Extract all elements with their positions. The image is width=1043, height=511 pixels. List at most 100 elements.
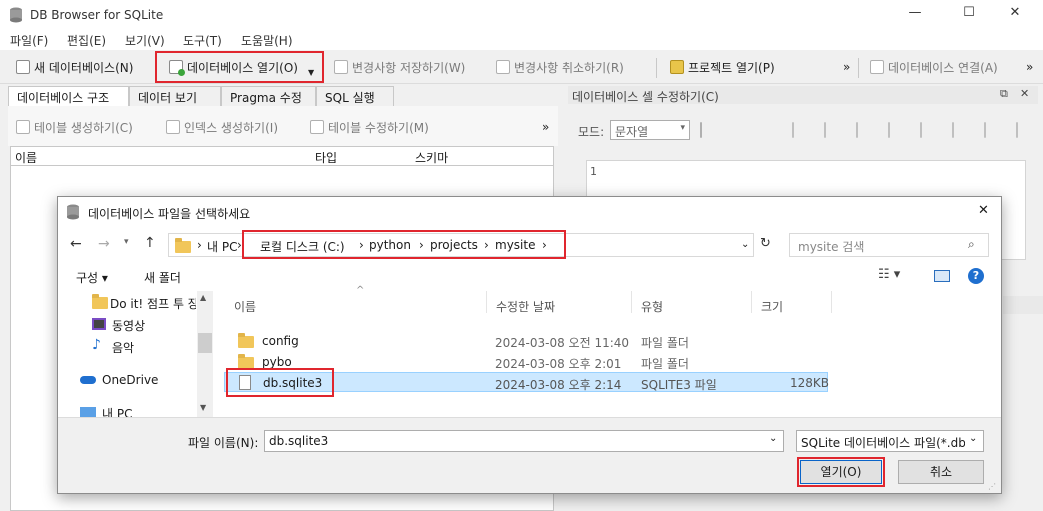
column-divider[interactable]	[486, 291, 487, 313]
apply-icon[interactable]	[952, 122, 954, 138]
scroll-thumb[interactable]	[198, 333, 212, 353]
filename-value: db.sqlite3	[269, 434, 329, 448]
navigation-pane: Do it! 점프 투 장 동영상 ♪ 음악 OneDrive 내 PC	[58, 291, 213, 417]
file-row[interactable]: config 2024-03-08 오전 11:40 파일 폴더	[224, 331, 828, 351]
forward-arrow-icon[interactable]: →	[98, 236, 110, 252]
word-wrap-icon[interactable]	[888, 122, 890, 138]
clear-icon[interactable]	[984, 122, 986, 138]
file-highlight	[226, 368, 334, 397]
project-icon	[670, 60, 684, 74]
folder-icon	[92, 294, 108, 309]
col-name[interactable]: 이름	[234, 298, 256, 315]
path-chevron: ›	[197, 238, 202, 252]
scroll-up-icon[interactable]: ▲	[200, 293, 206, 302]
nav-item-onedrive[interactable]: OneDrive	[80, 371, 190, 389]
structure-toolbar: 테이블 생성하기(C) 인덱스 생성하기(I) 테이블 수정하기(M) »	[8, 106, 558, 146]
chevron-down-icon[interactable]: ⌄	[769, 433, 777, 444]
back-arrow-icon[interactable]: ←	[70, 236, 82, 252]
up-arrow-icon[interactable]: ↑	[144, 235, 156, 251]
column-divider[interactable]	[831, 291, 832, 313]
tree-col-type[interactable]: 타입	[315, 149, 337, 166]
modify-table-button[interactable]: 테이블 수정하기(M)	[310, 116, 429, 138]
file-type: 파일 폴더	[641, 357, 689, 371]
recent-chevron-icon[interactable]: ▾	[124, 237, 129, 247]
float-panel-icon[interactable]: ⧉	[1000, 87, 1008, 101]
attach-database-button[interactable]: 데이터베이스 연결(A)	[870, 56, 998, 78]
create-table-label: 테이블 생성하기(C)	[34, 120, 133, 135]
revert-changes-label: 변경사항 취소하기(R)	[514, 60, 624, 75]
nav-item-videos[interactable]: 동영상	[92, 315, 192, 333]
dropdown-arrow-icon[interactable]: ▼	[308, 68, 314, 77]
filename-input[interactable]: db.sqlite3 ⌄	[264, 430, 784, 452]
tab-edit-pragmas[interactable]: Pragma 수정	[221, 86, 316, 106]
export-icon[interactable]	[824, 122, 826, 138]
dialog-close-icon[interactable]: ✕	[978, 203, 989, 218]
revert-changes-button[interactable]: 변경사항 취소하기(R)	[496, 56, 624, 78]
search-box[interactable]: mysite 검색 ⌕	[789, 233, 989, 257]
edit-cell-title: 데이터베이스 셀 수정하기(C)	[572, 90, 719, 104]
path-highlight	[242, 230, 566, 259]
file-type-filter[interactable]: SQLite 데이터베이스 파일(*.db ⌄	[796, 430, 984, 452]
structure-overflow-button[interactable]: »	[542, 116, 549, 138]
toolbar-overflow-button[interactable]: »	[843, 56, 850, 78]
col-type[interactable]: 유형	[641, 298, 663, 315]
new-folder-button[interactable]: 새 폴더	[144, 269, 181, 286]
menu-tools[interactable]: 도구(T)	[183, 32, 222, 49]
minimize-button[interactable]: —	[900, 5, 930, 25]
set-null-icon[interactable]	[856, 122, 858, 138]
dialog-titlebar: 데이터베이스 파일을 선택하세요 ✕	[58, 197, 1001, 227]
music-icon: ♪	[92, 337, 101, 353]
print-icon[interactable]	[1016, 122, 1018, 138]
column-divider[interactable]	[751, 291, 752, 313]
dialog-title: 데이터베이스 파일을 선택하세요	[88, 207, 251, 221]
refresh-icon[interactable]: ↻	[760, 236, 771, 251]
table-icon	[16, 120, 30, 134]
path-root[interactable]: 내 PC	[207, 238, 237, 255]
tree-col-schema[interactable]: 스키마	[415, 149, 448, 166]
menu-view[interactable]: 보기(V)	[125, 32, 165, 49]
nav-scrollbar[interactable]: ▲ ▼	[197, 291, 213, 417]
tab-browse-data[interactable]: 데이터 보기	[129, 86, 221, 106]
import-icon[interactable]	[792, 122, 794, 138]
window-titlebar: DB Browser for SQLite — ☐ ✕	[0, 0, 1043, 30]
open-project-button[interactable]: 프로젝트 열기(P)	[670, 56, 775, 78]
cancel-button[interactable]: 취소	[898, 460, 984, 484]
menu-help[interactable]: 도움말(H)	[241, 32, 293, 49]
text-format-icon[interactable]	[920, 122, 922, 138]
toolbar-overflow-button-2[interactable]: »	[1026, 56, 1033, 78]
create-index-button[interactable]: 인덱스 생성하기(I)	[166, 116, 278, 138]
attach-icon	[870, 60, 884, 74]
nav-item-jump[interactable]: Do it! 점프 투 장	[92, 293, 202, 311]
mode-label: 모드:	[578, 125, 605, 139]
new-database-button[interactable]: 새 데이터베이스(N)	[16, 56, 133, 78]
preview-pane-icon[interactable]	[934, 270, 950, 282]
path-dropdown-icon[interactable]: ⌄	[741, 239, 749, 250]
col-size[interactable]: 크기	[761, 298, 783, 315]
open-database-button[interactable]: 데이터베이스 열기(O) ▼	[155, 51, 324, 83]
scroll-down-icon[interactable]: ▼	[200, 403, 206, 412]
menubar: 파일(F) 편집(E) 보기(V) 도구(T) 도움말(H)	[0, 30, 1043, 50]
tree-col-name[interactable]: 이름	[15, 149, 37, 166]
maximize-button[interactable]: ☐	[954, 5, 984, 25]
nav-item-this-pc[interactable]: 내 PC	[80, 403, 190, 417]
col-date[interactable]: 수정한 날짜	[496, 298, 555, 315]
column-divider[interactable]	[631, 291, 632, 313]
save-icon	[334, 60, 348, 74]
mode-select[interactable]: 문자열 ▾	[610, 120, 690, 140]
close-button[interactable]: ✕	[1000, 5, 1030, 25]
menu-file[interactable]: 파일(F)	[10, 32, 48, 49]
tab-execute-sql[interactable]: SQL 실행	[316, 86, 394, 106]
view-options-icon[interactable]: ☷ ▾	[878, 267, 900, 282]
resize-grip-icon[interactable]: ⋰	[988, 482, 996, 491]
help-icon[interactable]: ?	[968, 268, 984, 284]
write-changes-button[interactable]: 변경사항 저장하기(W)	[334, 56, 465, 78]
close-panel-icon[interactable]: ✕	[1020, 87, 1029, 100]
nav-item-music[interactable]: ♪ 음악	[92, 337, 192, 355]
tab-db-structure[interactable]: 데이터베이스 구조	[8, 86, 129, 106]
filename-label: 파일 이름(N):	[188, 436, 259, 450]
auto-switch-icon[interactable]	[700, 122, 702, 138]
open-database-label: 데이터베이스 열기(O)	[187, 60, 298, 75]
create-table-button[interactable]: 테이블 생성하기(C)	[16, 116, 133, 138]
menu-edit[interactable]: 편집(E)	[67, 32, 106, 49]
organize-button[interactable]: 구성 ▾	[76, 269, 108, 286]
